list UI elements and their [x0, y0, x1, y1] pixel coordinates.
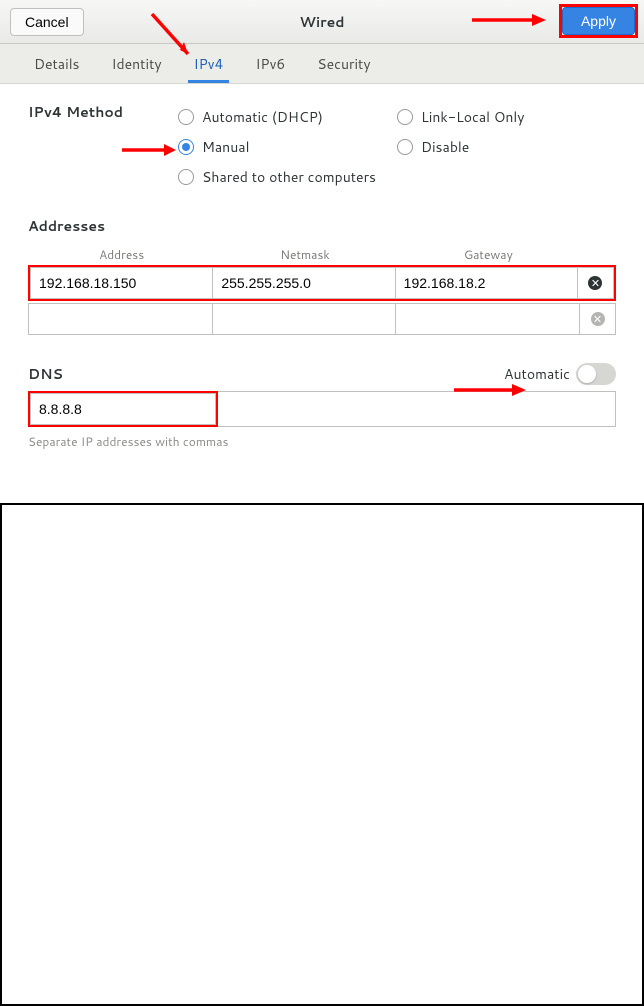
- radio-icon: [178, 139, 194, 155]
- tab-details[interactable]: Details: [18, 44, 96, 83]
- radio-shared[interactable]: Shared to other computers: [178, 162, 397, 192]
- radio-disable[interactable]: Disable: [397, 132, 616, 162]
- dns-label: DNS: [28, 364, 63, 384]
- radio-automatic-dhcp[interactable]: Automatic (DHCP): [178, 102, 397, 132]
- radio-label: Automatic (DHCP): [202, 107, 323, 127]
- tab-ipv4[interactable]: IPv4: [178, 44, 240, 83]
- apply-button[interactable]: Apply: [562, 7, 635, 35]
- radio-icon: [397, 139, 413, 155]
- radio-icon: [397, 109, 413, 125]
- dns-input-rest[interactable]: [218, 391, 616, 427]
- radio-link-local[interactable]: Link-Local Only: [397, 102, 616, 132]
- col-gateway: Gateway: [397, 246, 580, 263]
- tab-security[interactable]: Security: [301, 44, 386, 83]
- header-bar: Cancel Wired Apply: [0, 0, 644, 44]
- window-title: Wired: [300, 12, 345, 32]
- col-address: Address: [30, 246, 213, 263]
- radio-label: Shared to other computers: [202, 167, 376, 187]
- remove-icon: ✕: [591, 312, 605, 326]
- remove-address-button[interactable]: ✕: [580, 303, 616, 335]
- gateway-input[interactable]: [396, 267, 578, 299]
- remove-address-button[interactable]: ✕: [578, 267, 614, 299]
- dns-hint: Separate IP addresses with commas: [28, 433, 616, 450]
- cancel-button[interactable]: Cancel: [10, 8, 84, 36]
- address-row: ✕: [28, 303, 616, 335]
- addresses-header: Address Netmask Gateway: [28, 246, 616, 263]
- tab-identity[interactable]: Identity: [96, 44, 178, 83]
- address-row: ✕: [28, 265, 616, 301]
- content-pane: IPv4 Method Automatic (DHCP) Manual Shar…: [0, 84, 644, 503]
- dns-automatic-label: Automatic: [504, 364, 570, 384]
- dns-input[interactable]: [30, 393, 216, 425]
- radio-label: Disable: [421, 137, 469, 157]
- col-netmask: Netmask: [213, 246, 396, 263]
- radio-icon: [178, 109, 194, 125]
- remove-icon: ✕: [588, 276, 602, 290]
- radio-label: Link-Local Only: [421, 107, 525, 127]
- address-input[interactable]: [28, 303, 213, 335]
- gateway-input[interactable]: [396, 303, 580, 335]
- radio-manual[interactable]: Manual: [178, 132, 397, 162]
- switch-knob-icon: [578, 365, 596, 383]
- tab-bar: Details Identity IPv4 IPv6 Security: [0, 44, 644, 84]
- radio-icon: [178, 169, 194, 185]
- ipv4-method-label: IPv4 Method: [28, 102, 178, 192]
- netmask-input[interactable]: [213, 303, 397, 335]
- netmask-input[interactable]: [213, 267, 395, 299]
- dns-automatic-toggle[interactable]: [576, 363, 616, 385]
- tab-ipv6[interactable]: IPv6: [239, 44, 301, 83]
- radio-label: Manual: [202, 137, 249, 157]
- address-input[interactable]: [30, 267, 213, 299]
- addresses-label: Addresses: [28, 216, 616, 236]
